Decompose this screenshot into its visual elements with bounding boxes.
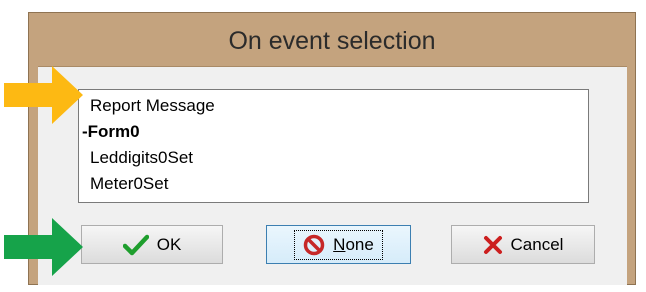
ok-button[interactable]: OK bbox=[81, 225, 223, 264]
list-item-leddigits0set[interactable]: Leddigits0Set bbox=[79, 145, 588, 171]
list-item-report-message[interactable]: Report Message bbox=[79, 93, 588, 119]
ok-label: OK bbox=[156, 234, 182, 254]
dialog-title: On event selection bbox=[228, 27, 436, 55]
none-label: None bbox=[333, 234, 374, 254]
list-item-meter0set[interactable]: Meter0Set bbox=[79, 171, 588, 197]
event-selection-dialog: On event selection Report Message -Form0… bbox=[28, 12, 636, 285]
cancel-button[interactable]: Cancel bbox=[451, 225, 595, 264]
no-entry-icon bbox=[303, 234, 325, 256]
none-button[interactable]: None bbox=[266, 225, 411, 264]
yellow-arrow-icon bbox=[4, 66, 83, 124]
check-icon bbox=[122, 234, 149, 256]
cancel-label: Cancel bbox=[510, 234, 564, 254]
event-list[interactable]: Report Message -Form0 Leddigits0Set Mete… bbox=[78, 89, 589, 203]
dialog-client-area: Report Message -Form0 Leddigits0Set Mete… bbox=[38, 66, 627, 285]
green-arrow-icon bbox=[4, 218, 83, 276]
list-item-form0[interactable]: -Form0 bbox=[79, 119, 588, 145]
focus-rect: None bbox=[294, 229, 383, 260]
x-icon bbox=[483, 235, 503, 255]
